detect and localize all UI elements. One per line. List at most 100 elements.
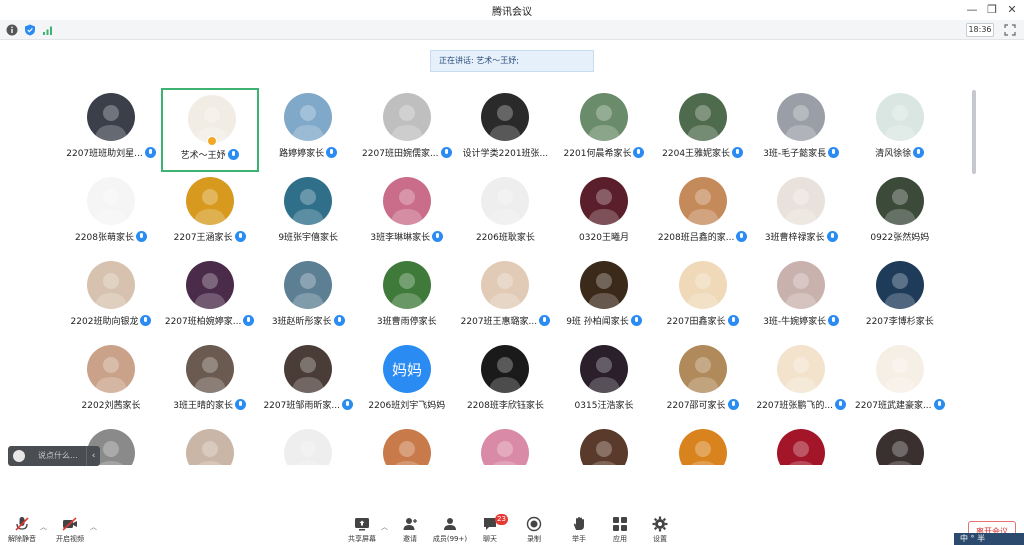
- speaking-banner: 正在讲话: 艺术～王妤;: [430, 50, 594, 72]
- participant-tile[interactable]: 2202刘茜家长: [62, 340, 160, 424]
- starry-avatar: [875, 261, 924, 309]
- signal-icon[interactable]: [42, 24, 54, 36]
- participant-tile[interactable]: 2202班助向银龙: [62, 256, 160, 340]
- participant-name: 9班张宇僖家长: [253, 230, 363, 243]
- participant-tile[interactable]: 2207田鑫家长: [654, 256, 752, 340]
- mic-on-icon: [828, 147, 840, 158]
- participant-tile[interactable]: 3班-牛婉婷家长: [752, 256, 850, 340]
- sketch-avatar: [284, 429, 333, 465]
- red-flower-avatar: [777, 429, 826, 465]
- participant-name-text: 2201何晨希家长: [563, 149, 632, 159]
- start-video-button[interactable]: 开启视频: [48, 516, 92, 544]
- participant-name-text: 2202刘茜家长: [81, 401, 141, 411]
- mic-on-icon: [135, 231, 147, 242]
- participant-name-text: 3班赵昕彤家长: [271, 317, 332, 327]
- participant-tile[interactable]: 2207李博杉家长: [851, 256, 949, 340]
- participant-tile[interactable]: [851, 424, 949, 465]
- grid-scrollbar[interactable]: [972, 90, 976, 174]
- participant-name-text: 9班 孙柏闻家长: [566, 317, 629, 327]
- participant-tile[interactable]: 3班李琳琳家长: [358, 172, 456, 256]
- participant-tile[interactable]: 妈妈 2206班刘宇飞妈妈: [358, 340, 456, 424]
- participant-tile[interactable]: [456, 424, 554, 465]
- participant-tile[interactable]: 9班张宇僖家长: [259, 172, 357, 256]
- mic-on-icon: [732, 147, 744, 158]
- participant-tile[interactable]: 艺术～王妤: [160, 88, 259, 172]
- manga-avatar: [481, 177, 530, 225]
- participant-tile[interactable]: 路婷婷家长: [259, 88, 357, 172]
- participant-tile[interactable]: 0922张然妈妈: [851, 172, 949, 256]
- chat-button[interactable]: 23 聊天: [468, 514, 512, 544]
- shield-icon[interactable]: [24, 24, 36, 36]
- participant-name-text: 2207班王惠璐家...: [460, 317, 538, 327]
- chevron-up-icon[interactable]: ︿: [90, 522, 97, 532]
- bottom-toolbar: 解除静音 ︿ 开启视频 ︿ 共享屏幕 ︿ 邀请 成员(99+) 23 聊天 录制…: [0, 510, 1024, 545]
- fullscreen-icon[interactable]: [1004, 24, 1016, 36]
- participant-tile[interactable]: 3班赵昕彤家长: [259, 256, 357, 340]
- minimize-icon[interactable]: —: [964, 2, 980, 18]
- participant-tile[interactable]: 设计学类2201班张...: [456, 88, 554, 172]
- participant-tile[interactable]: 2201何晨希家长: [555, 88, 653, 172]
- participant-tile[interactable]: 2208班李欣钰家长: [456, 340, 554, 424]
- participant-tile[interactable]: 2208张萌家长: [62, 172, 160, 256]
- participant-tile[interactable]: 9班 孙柏闻家长: [555, 256, 653, 340]
- participant-tile[interactable]: 2206班耿家长: [456, 172, 554, 256]
- participant-name: 2202班助向银龙: [62, 314, 166, 327]
- participant-tile[interactable]: [555, 424, 653, 465]
- unmute-button[interactable]: 解除静音: [0, 516, 44, 544]
- settings-button[interactable]: 设置: [638, 516, 682, 544]
- invite-button[interactable]: 邀请: [388, 516, 432, 544]
- emoji-icon[interactable]: [13, 450, 25, 462]
- participant-name-text: 2207班田婉儒家...: [362, 149, 439, 159]
- mic-on-icon: [333, 315, 345, 326]
- chevron-left-icon[interactable]: ‹: [86, 446, 100, 466]
- members-icon: [444, 518, 456, 530]
- participant-tile[interactable]: 2207班武建豪家...: [851, 340, 949, 424]
- pet-cartoon-avatar: [875, 345, 924, 393]
- participant-tile[interactable]: [259, 424, 357, 465]
- participant-name: 2207邵可家长: [648, 398, 758, 411]
- share-screen-button[interactable]: 共享屏幕: [340, 516, 384, 544]
- mic-on-icon: [227, 149, 239, 160]
- participant-tile[interactable]: [752, 424, 850, 465]
- participant-tile[interactable]: 2207邵可家长: [654, 340, 752, 424]
- participant-name: 2207班武建豪家...: [845, 398, 955, 411]
- participant-tile[interactable]: 3班曹梓禄家长: [752, 172, 850, 256]
- participant-tile[interactable]: 3班-毛子懿家長: [752, 88, 850, 172]
- participant-tile[interactable]: [358, 424, 456, 465]
- participant-tile[interactable]: 3班王晴的家长: [161, 340, 259, 424]
- members-button[interactable]: 成员(99+): [428, 516, 472, 544]
- participant-tile[interactable]: 2207班柏婉婷家...: [161, 256, 259, 340]
- participant-tile[interactable]: 0315汪浩家长: [555, 340, 653, 424]
- participant-tile[interactable]: 2208班吕鑫的家...: [654, 172, 752, 256]
- participant-tile[interactable]: 清风徐徐: [851, 88, 949, 172]
- line-art-avatar: [87, 177, 135, 225]
- chat-input-box[interactable]: 说点什么... ‹: [8, 446, 100, 466]
- info-icon[interactable]: [6, 24, 18, 36]
- participant-tile[interactable]: 2207班张鹏飞的...: [752, 340, 850, 424]
- participant-tile[interactable]: 2207班班助刘星...: [62, 88, 160, 172]
- participant-tile[interactable]: [161, 424, 259, 465]
- participant-name: 清风徐徐: [845, 146, 955, 159]
- apps-button[interactable]: 应用: [598, 516, 642, 544]
- participant-name-text: 2207班张鹏飞的...: [756, 401, 833, 411]
- participant-tile[interactable]: 2207班田婉儒家...: [358, 88, 456, 172]
- restore-icon[interactable]: ❐: [984, 2, 1000, 18]
- chat-placeholder: 说点什么...: [38, 451, 78, 460]
- chevron-up-icon[interactable]: ︿: [40, 522, 47, 532]
- participant-tile[interactable]: 2207王涵家长: [161, 172, 259, 256]
- participant-tile[interactable]: 2207班王惠璐家...: [456, 256, 554, 340]
- close-icon[interactable]: ✕: [1004, 2, 1020, 18]
- participant-tile[interactable]: 2207班邹雨昕家...: [259, 340, 357, 424]
- participant-tile[interactable]: 3班曹雨停家长: [358, 256, 456, 340]
- chevron-up-icon[interactable]: ︿: [381, 522, 388, 532]
- participant-tile[interactable]: [654, 424, 752, 465]
- record-button[interactable]: 录制: [512, 516, 556, 544]
- participant-name-text: 2206班刘宇飞妈妈: [368, 401, 446, 411]
- raise-hand-button[interactable]: 举手: [557, 516, 601, 544]
- participant-name: 2207班柏婉婷家...: [155, 314, 265, 327]
- participant-tile[interactable]: 2204王雅妮家长: [654, 88, 752, 172]
- camera-off-icon: [62, 517, 77, 531]
- invite-label: 邀请: [403, 535, 417, 543]
- participant-tile[interactable]: 0320王曦月: [555, 172, 653, 256]
- participant-name-text: 2208班吕鑫的家...: [657, 233, 735, 243]
